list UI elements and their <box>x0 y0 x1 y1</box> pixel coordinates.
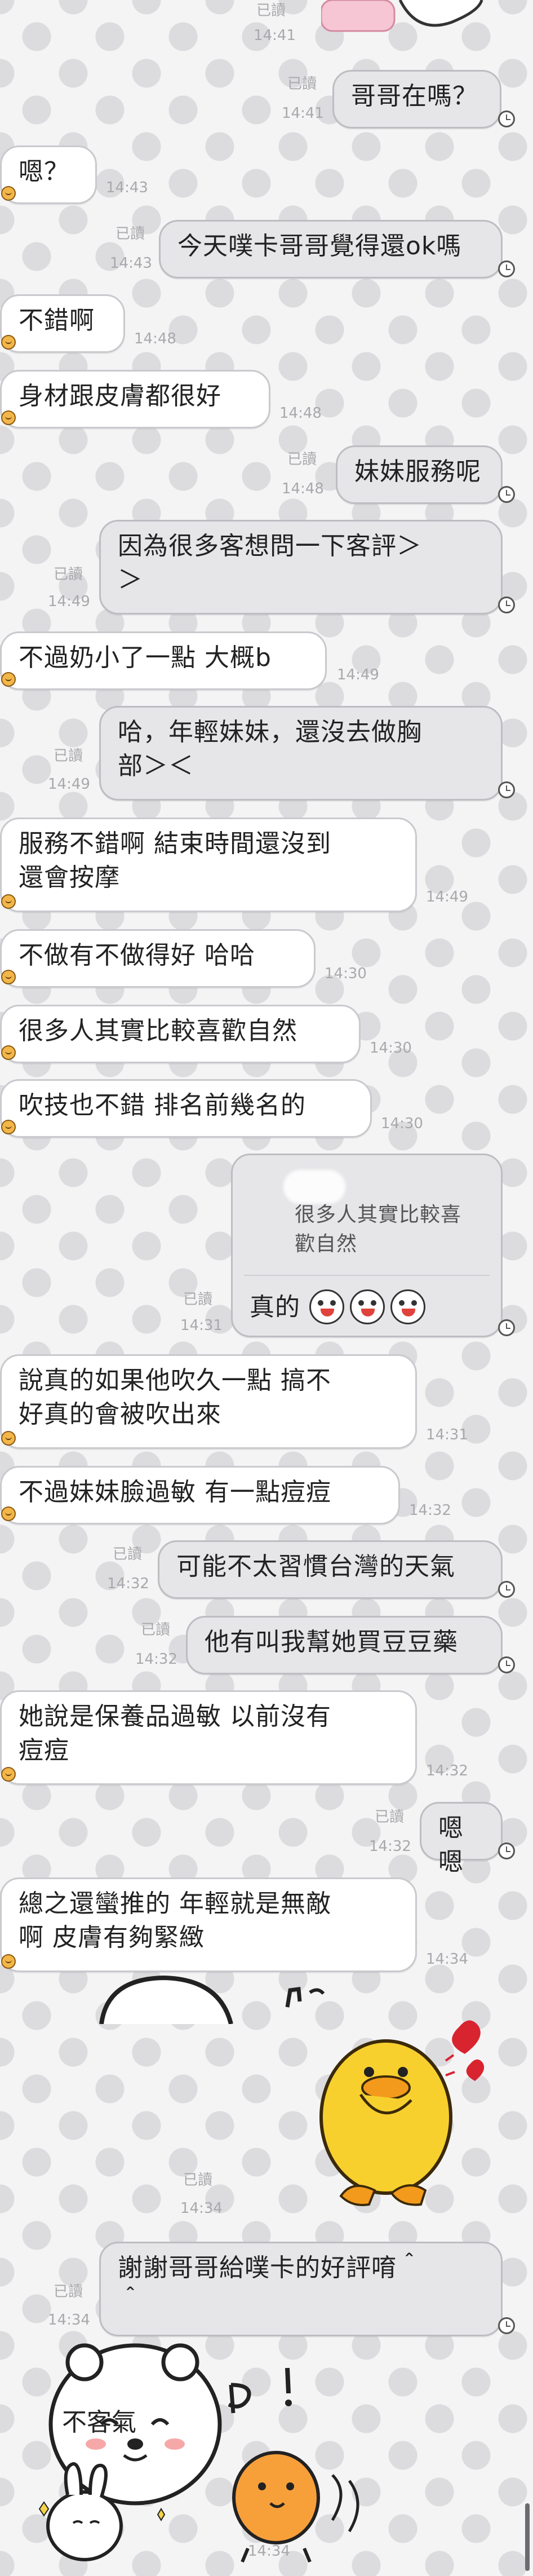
smile-emoji-icon <box>1 970 16 984</box>
scrollbar-thumb[interactable] <box>525 2503 530 2571</box>
clock-icon <box>498 1842 515 1859</box>
message-bubble-outgoing[interactable]: 哈，年輕妹妹，還沒去做胸 部＞＜ <box>99 706 503 801</box>
message-time: 14:49 <box>48 776 90 793</box>
message-bubble-outgoing[interactable]: 因為很多客想問一下客評＞ ＞ <box>99 520 503 615</box>
message-time: 14:41 <box>254 27 296 44</box>
clock-icon <box>498 111 515 127</box>
smile-emoji-icon <box>1 1506 16 1521</box>
chat-thread[interactable]: 已讀 14:41 已讀 14:41 哥哥在嗎？ 嗯？ 14:43 已讀 14:4… <box>0 0 533 2576</box>
smile-emoji-icon <box>1 1045 16 1060</box>
message-bubble-incoming[interactable]: 很多人其實比較喜歡自然 <box>0 1005 361 1063</box>
read-status: 已讀 <box>141 1621 171 1638</box>
message-bubble-incoming[interactable]: 不過妹妹臉過敏 有一點痘痘 <box>0 1466 400 1525</box>
message-bubble-outgoing[interactable]: 今天噗卡哥哥覺得還ok嗎 <box>159 220 503 279</box>
read-status: 已讀 <box>116 226 145 242</box>
clock-icon <box>498 781 515 798</box>
sticker-caption: 不客氣 <box>62 2408 136 2437</box>
clock-icon <box>498 1581 515 1598</box>
message-bubble-outgoing[interactable]: 可能不太習慣台灣的天氣 <box>158 1540 503 1599</box>
laughing-face-emoji-icon <box>350 1289 385 1324</box>
message-bubble-incoming[interactable]: 她說是保養品過敏 以前沒有 痘痘 <box>0 1690 417 1785</box>
message-bubble-incoming[interactable]: 說真的如果他吹久一點 搞不 好真的會被吹出來 <box>0 1354 417 1449</box>
message-time: 14:32 <box>409 1502 451 1519</box>
message-time: 14:30 <box>325 965 367 982</box>
read-status: 已讀 <box>183 1291 213 1308</box>
clock-icon <box>498 1319 515 1336</box>
bear-rabbit-sticker[interactable]: 不客氣 <box>34 2340 406 2565</box>
clock-icon <box>498 1656 515 1673</box>
message-time: 14:34 <box>426 1951 468 1968</box>
message-bubble-incoming[interactable]: 吹技也不錯 排名前幾名的 <box>0 1079 372 1138</box>
laughing-face-emoji-icon <box>309 1289 344 1324</box>
clock-icon <box>498 596 515 613</box>
smile-emoji-icon <box>1 1431 16 1446</box>
message-time: 14:48 <box>279 405 322 422</box>
message-time: 14:41 <box>282 105 324 122</box>
message-time: 14:32 <box>135 1651 177 1668</box>
message-time: 14:32 <box>369 1838 411 1855</box>
clock-icon <box>498 260 515 277</box>
message-bubble-incoming[interactable]: 不錯啊 <box>0 294 125 353</box>
smile-emoji-icon <box>1 335 16 350</box>
quote-divider <box>244 1275 490 1276</box>
quoted-sender-avatar <box>283 1170 345 1204</box>
smile-emoji-icon <box>1 410 16 425</box>
smile-emoji-icon <box>1 1120 16 1134</box>
smile-emoji-icon <box>1 894 16 909</box>
smile-emoji-icon <box>1 672 16 687</box>
reply-text: 真的 <box>250 1293 300 1322</box>
clock-icon <box>498 2317 515 2334</box>
message-time: 14:48 <box>134 330 176 347</box>
message-time: 14:49 <box>48 593 90 610</box>
read-status: 已讀 <box>54 2283 83 2300</box>
message-time: 14:48 <box>282 480 324 497</box>
message-time: 14:32 <box>107 1575 149 1592</box>
read-status: 已讀 <box>287 451 317 468</box>
message-bubble-incoming[interactable]: 總之還蠻推的 年輕就是無敵 啊 皮膚有夠緊緻 <box>0 1877 417 1972</box>
message-time: 14:32 <box>426 1762 468 1779</box>
message-time: 14:43 <box>110 255 152 272</box>
message-time: 14:34 <box>48 2312 90 2328</box>
smile-emoji-icon <box>1 186 16 201</box>
message-time: 14:30 <box>381 1115 423 1132</box>
message-time: 14:34 <box>248 2543 290 2560</box>
message-bubble-outgoing[interactable]: 嗯嗯 <box>420 1802 503 1876</box>
read-status: 已讀 <box>54 748 83 765</box>
message-time: 14:43 <box>106 179 148 196</box>
message-bubble-outgoing[interactable]: 哥哥在嗎？ <box>332 70 501 129</box>
message-bubble-outgoing[interactable]: 他有叫我幫她買豆豆藥 <box>186 1616 503 1674</box>
quoted-message-text: 很多人其實比較喜 歡自然 <box>295 1203 462 1256</box>
read-status: 已讀 <box>183 2172 213 2189</box>
laughing-face-emoji-icon <box>390 1289 425 1324</box>
message-bubble-incoming[interactable]: 身材跟皮膚都很好 <box>0 370 270 428</box>
message-time: 14:49 <box>426 889 468 905</box>
message-bubble-outgoing[interactable]: 謝謝哥哥給噗卡的好評唷＾ ＾ <box>99 2242 503 2336</box>
message-bubble-incoming[interactable]: 服務不錯啊 結束時間還沒到 還會按摩 <box>0 818 417 912</box>
message-bubble-incoming[interactable]: 不過奶小了一點 大概b <box>0 631 327 690</box>
message-time: 14:34 <box>180 2200 223 2217</box>
message-time: 14:30 <box>370 1040 412 1057</box>
reply-message-bubble[interactable]: 很多人其實比較喜 歡自然 真的 <box>231 1154 503 1337</box>
duck-sticker[interactable] <box>307 2010 499 2213</box>
message-time: 14:49 <box>337 666 379 683</box>
message-bubble-outgoing[interactable]: 妹妹服務呢 <box>336 445 503 504</box>
clock-icon <box>498 486 515 503</box>
message-bubble-incoming[interactable]: 不做有不做得好 哈哈 <box>0 929 316 988</box>
read-status: 已讀 <box>256 2 286 19</box>
smile-emoji-icon <box>1 1954 16 1969</box>
read-status: 已讀 <box>54 566 83 583</box>
smile-emoji-icon <box>1 1767 16 1782</box>
read-status: 已讀 <box>287 76 317 92</box>
message-time: 14:31 <box>180 1317 223 1334</box>
top-sticker-partial[interactable] <box>320 0 485 34</box>
read-status: 已讀 <box>113 1546 143 1563</box>
read-status: 已讀 <box>375 1809 405 1826</box>
message-time: 14:31 <box>426 1426 468 1443</box>
